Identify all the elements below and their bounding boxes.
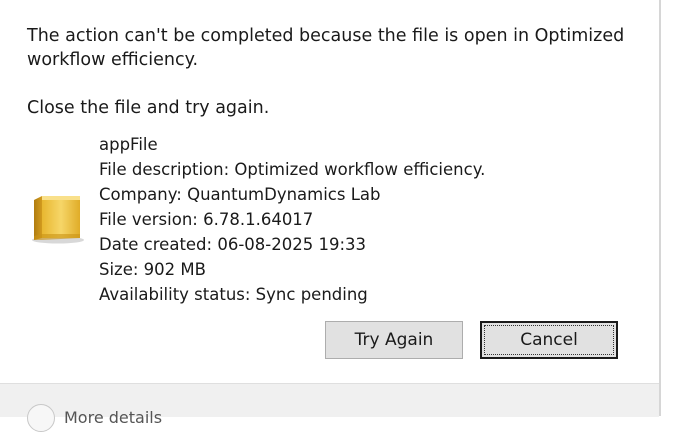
desktop-background bbox=[661, 0, 676, 416]
dialog-footer: More details bbox=[0, 383, 659, 432]
dialog-message: The action can't be completed because th… bbox=[27, 24, 647, 120]
file-availability-status: Availability status: Sync pending bbox=[99, 285, 368, 304]
error-message-line-2: workflow efficiency. bbox=[27, 50, 199, 70]
error-message-line-1: The action can't be completed because th… bbox=[27, 26, 625, 46]
file-details: appFile File description: Optimized work… bbox=[99, 132, 485, 307]
file-size: Size: 902 MB bbox=[99, 260, 206, 279]
file-description: File description: Optimized workflow eff… bbox=[99, 160, 486, 179]
file-name: appFile bbox=[99, 135, 158, 154]
try-again-button[interactable]: Try Again bbox=[325, 321, 463, 359]
file-version: File version: 6.78.1.64017 bbox=[99, 210, 314, 229]
file-package-icon bbox=[32, 196, 84, 244]
chevron-down-icon[interactable] bbox=[27, 404, 55, 432]
more-details-label[interactable]: More details bbox=[64, 408, 162, 427]
file-company: Company: QuantumDynamics Lab bbox=[99, 185, 381, 204]
file-date-created: Date created: 06-08-2025 19:33 bbox=[99, 235, 367, 254]
instruction-text: Close the file and try again. bbox=[27, 98, 270, 118]
cancel-button[interactable]: Cancel bbox=[480, 321, 618, 359]
